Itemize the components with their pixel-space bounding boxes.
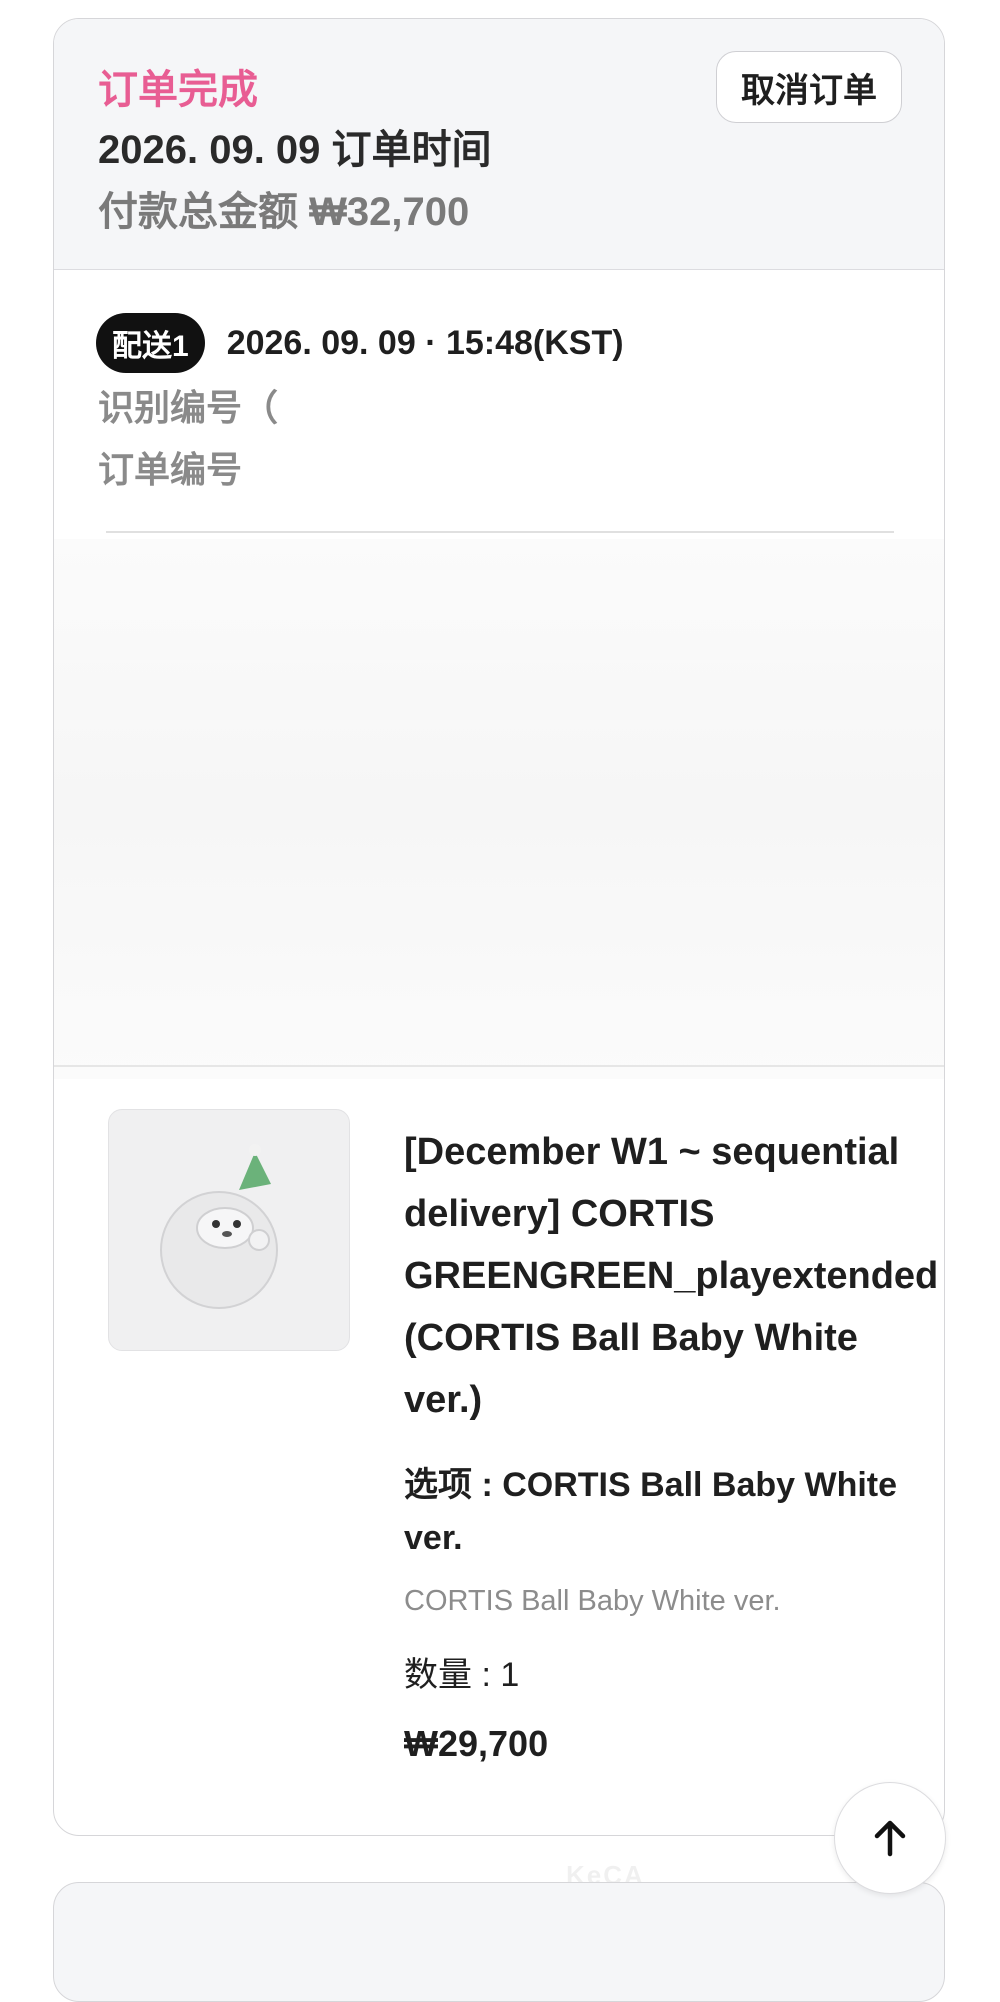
shipment-datetime: 2026. 09. 09 · 15:48(KST) xyxy=(226,323,624,362)
arrow-up-icon xyxy=(874,1820,906,1857)
order-status: 订单完成 xyxy=(98,68,258,112)
shipment-badge: 配送1 xyxy=(96,313,205,373)
divider xyxy=(106,531,894,533)
product-thumbnail[interactable] xyxy=(108,1109,350,1351)
identification-number-label: 识别编号（ xyxy=(98,387,279,428)
order-time: 2026. 09. 09 订单时间 xyxy=(98,128,492,172)
divider xyxy=(54,1065,944,1067)
order-number-label: 订单编号 xyxy=(98,449,243,490)
product-price: ₩29,700 xyxy=(404,1723,549,1764)
scroll-to-top-button[interactable] xyxy=(834,1782,946,1894)
redacted-area xyxy=(54,539,944,1079)
order-header: 订单完成 2026. 09. 09 订单时间 付款总金额 ₩32,700 取消订… xyxy=(54,19,944,270)
product-quantity: 数量 : 1 xyxy=(404,1656,520,1694)
plush-ball-icon xyxy=(160,1144,278,1309)
cancel-order-button[interactable]: 取消订单 xyxy=(716,51,902,123)
shipment-row: 配送1 2026. 09. 09 · 15:48(KST) xyxy=(96,313,624,373)
next-order-card xyxy=(53,1882,945,2002)
product-option-detail: CORTIS Ball Baby White ver. xyxy=(404,1585,781,1617)
product-option: 选项 : CORTIS Ball Baby White ver. xyxy=(404,1466,898,1557)
total-amount: 付款总金额 ₩32,700 xyxy=(98,190,470,234)
product-title[interactable]: [December W1 ~ sequential delivery] CORT… xyxy=(404,1121,938,1431)
order-card: 订单完成 2026. 09. 09 订单时间 付款总金额 ₩32,700 取消订… xyxy=(53,18,945,1836)
